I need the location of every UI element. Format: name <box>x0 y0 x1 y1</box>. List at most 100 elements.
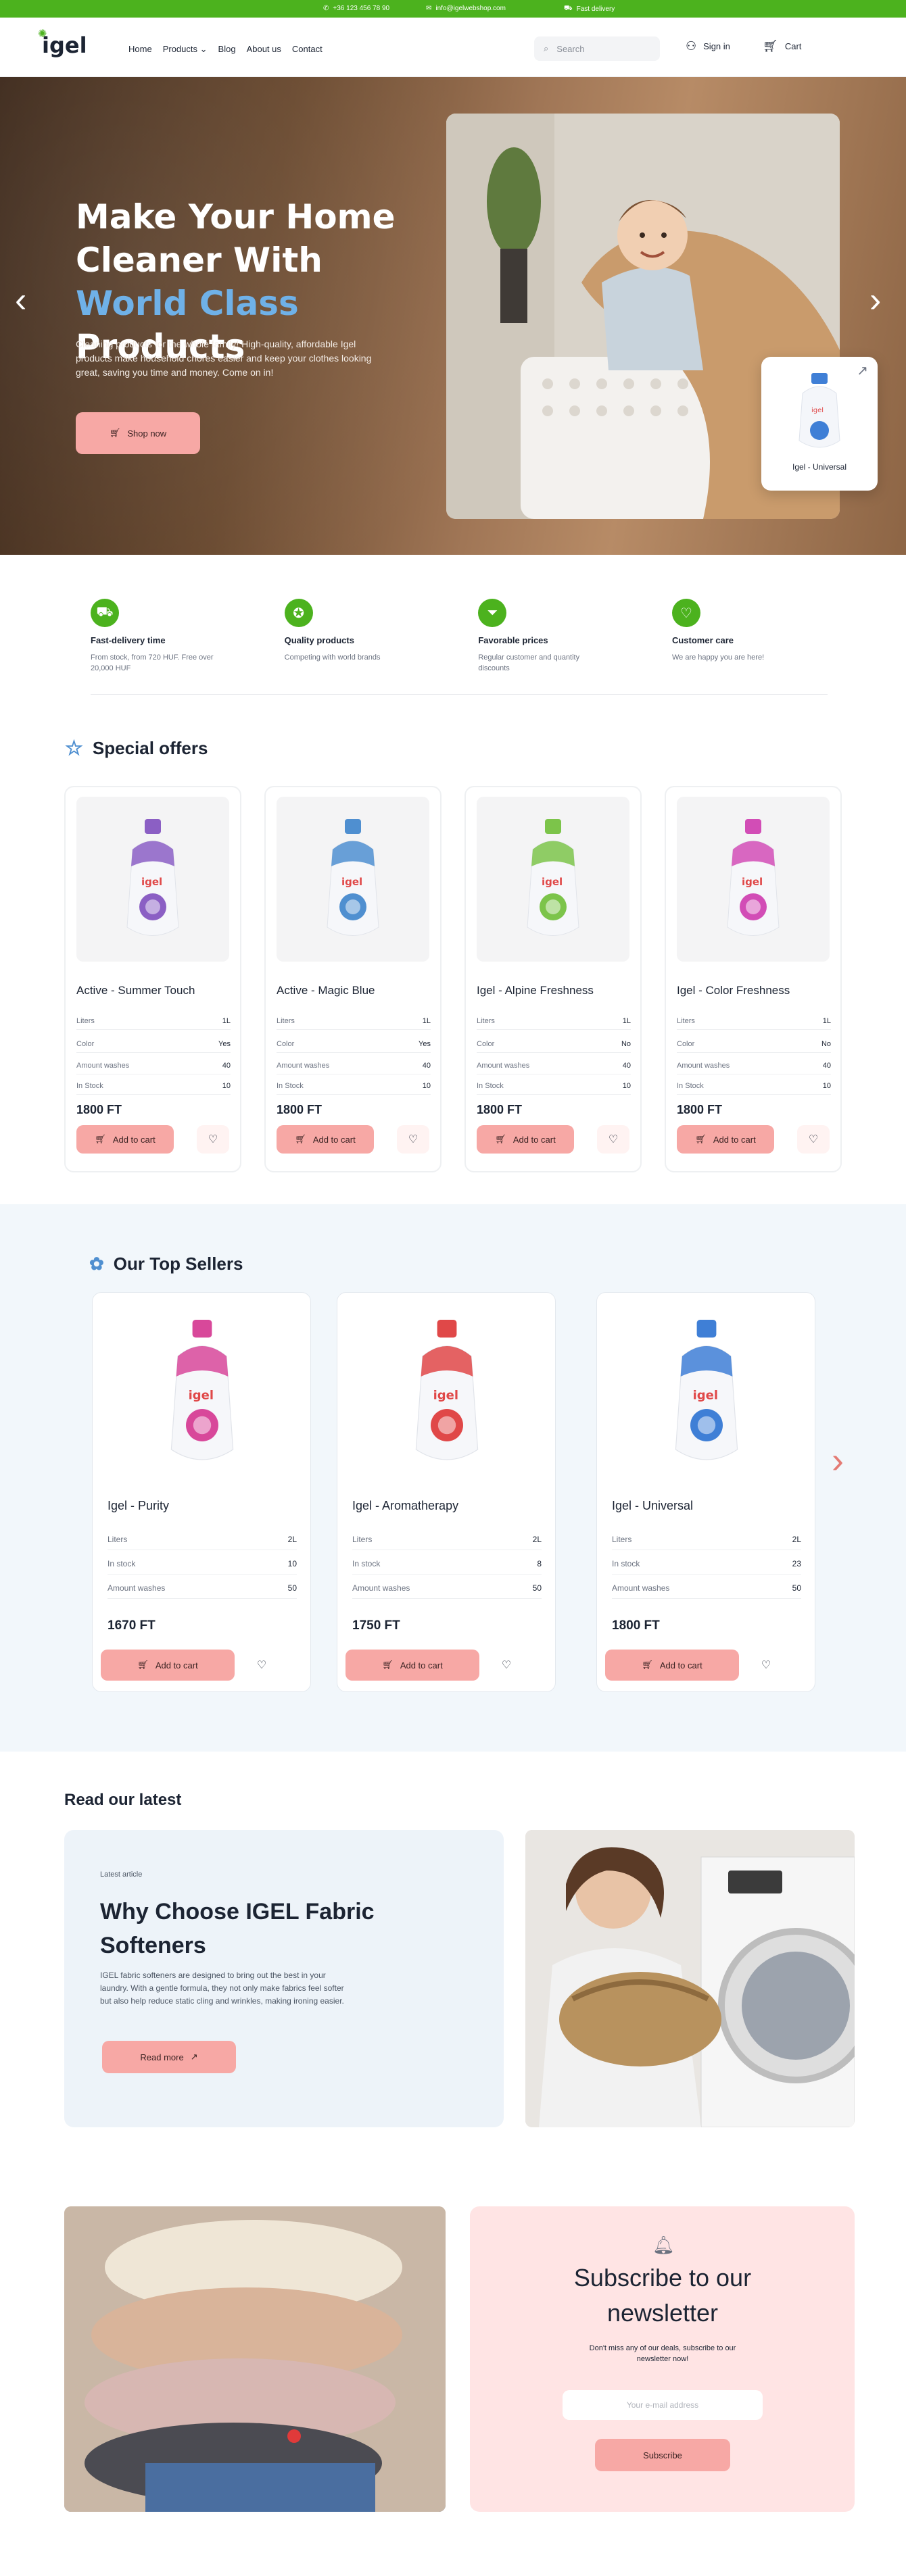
cart-icon: 🛒︎ <box>642 1660 653 1670</box>
spec-value: 10 <box>422 1082 431 1090</box>
product-image[interactable]: igel <box>477 797 629 962</box>
top-seller-card[interactable]: igel Igel - Universal Liters 2L In stock… <box>596 1292 815 1692</box>
nav-about[interactable]: About us <box>247 44 281 55</box>
cart-icon: 🛒︎ <box>109 428 121 438</box>
add-to-cart-button[interactable]: 🛒︎ Add to cart <box>677 1125 774 1154</box>
nav-contact[interactable]: Contact <box>292 44 323 55</box>
wishlist-heart-icon[interactable]: ♡ <box>197 1125 229 1154</box>
search-input[interactable]: ⌕ Search <box>534 36 660 61</box>
product-price: 1670 FT <box>108 1618 156 1633</box>
logo-text: igel <box>42 32 87 58</box>
product-name[interactable]: Igel - Purity <box>108 1499 169 1513</box>
spec-value: 50 <box>532 1583 542 1593</box>
star-icon: ☆ <box>65 737 83 760</box>
cart-icon: 🛒︎ <box>295 1134 306 1144</box>
featured-product-mini-card[interactable]: ↗ igel Igel - Universal <box>761 357 878 491</box>
feature-item: ⏷ Favorable prices Regular customer and … <box>478 599 634 674</box>
top-sellers-next-arrow-icon[interactable]: › <box>832 1439 844 1481</box>
email-contact[interactable]: ✉ info@igelwebshop.com <box>426 5 506 12</box>
spec-label: Liters <box>277 1017 295 1025</box>
top-seller-card[interactable]: igel Igel - Aromatherapy Liters 2L In st… <box>337 1292 556 1692</box>
product-bottle-icon: igel <box>675 1320 738 1460</box>
product-name[interactable]: Igel - Aromatherapy <box>352 1499 458 1513</box>
wishlist-heart-icon[interactable]: ♡ <box>245 1651 278 1679</box>
product-name[interactable]: Active - Magic Blue <box>277 984 375 997</box>
product-image[interactable]: igel <box>106 1306 298 1482</box>
product-card[interactable]: igel Active - Magic Blue Liters 1L Color… <box>264 786 442 1172</box>
add-to-cart-label: Add to cart <box>659 1660 702 1670</box>
hero-prev-arrow-icon[interactable]: ‹ <box>15 280 26 320</box>
cart-icon: 🛒︎ <box>695 1134 707 1144</box>
spec-label: Liters <box>108 1535 128 1544</box>
product-name[interactable]: Active - Summer Touch <box>76 984 195 997</box>
cart-label: Cart <box>784 41 802 51</box>
product-name[interactable]: Igel - Color Freshness <box>677 984 790 997</box>
spec-row: In Stock 10 <box>76 1082 231 1095</box>
arrow-up-right-icon: ↗ <box>857 364 868 378</box>
signin-link[interactable]: ⚇ Sign in <box>686 39 730 53</box>
wishlist-heart-icon[interactable]: ♡ <box>750 1651 782 1679</box>
product-name[interactable]: Igel - Universal <box>612 1499 693 1513</box>
add-to-cart-button[interactable]: 🛒︎ Add to cart <box>605 1650 739 1681</box>
product-card[interactable]: igel Active - Summer Touch Liters 1L Col… <box>64 786 241 1172</box>
top-sellers-title: Our Top Sellers <box>113 1254 243 1274</box>
spec-value: 10 <box>222 1082 231 1090</box>
email-input[interactable]: Your e-mail address <box>563 2390 763 2420</box>
product-card[interactable]: igel Igel - Alpine Freshness Liters 1L C… <box>464 786 642 1172</box>
top-seller-card[interactable]: igel Igel - Purity Liters 2L In stock 10… <box>92 1292 311 1692</box>
phone-contact[interactable]: ✆ +36 123 456 78 90 <box>323 5 389 12</box>
phone-text: +36 123 456 78 90 <box>333 5 390 12</box>
spec-value: No <box>621 1040 631 1048</box>
spec-label: In stock <box>108 1559 136 1568</box>
add-to-cart-button[interactable]: 🛒︎ Add to cart <box>477 1125 574 1154</box>
blog-title[interactable]: Why Choose IGEL Fabric Softeners <box>100 1895 418 1962</box>
spec-value: Yes <box>218 1040 231 1048</box>
wishlist-heart-icon[interactable]: ♡ <box>797 1125 830 1154</box>
add-to-cart-button[interactable]: 🛒︎ Add to cart <box>277 1125 374 1154</box>
spec-label: Liters <box>477 1017 495 1025</box>
product-name[interactable]: Igel - Alpine Freshness <box>477 984 594 997</box>
product-image[interactable]: igel <box>277 797 429 962</box>
wishlist-heart-icon[interactable]: ♡ <box>597 1125 629 1154</box>
shop-now-label: Shop now <box>127 428 167 439</box>
subscribe-button[interactable]: Subscribe <box>595 2439 730 2471</box>
nav-blog[interactable]: Blog <box>218 44 236 55</box>
nav-products[interactable]: Products ⌄ <box>163 44 208 55</box>
spec-label: Amount washes <box>477 1062 530 1070</box>
spec-row: Amount washes 50 <box>108 1583 297 1599</box>
product-image[interactable]: igel <box>351 1306 543 1482</box>
hero-next-arrow-icon[interactable]: › <box>869 280 881 320</box>
shop-now-button[interactable]: 🛒︎ Shop now <box>76 412 200 454</box>
spec-label: In stock <box>352 1559 381 1568</box>
wishlist-heart-icon[interactable]: ♡ <box>490 1651 523 1679</box>
product-image[interactable]: igel <box>677 797 830 962</box>
logo[interactable]: ✺ igel <box>38 27 87 58</box>
product-card[interactable]: igel Igel - Color Freshness Liters 1L Co… <box>665 786 842 1172</box>
product-image[interactable]: igel <box>611 1306 803 1482</box>
read-more-label: Read more <box>140 2052 184 2062</box>
spec-row: Amount washes 50 <box>612 1583 801 1599</box>
svg-text:igel: igel <box>693 1389 718 1403</box>
read-more-button[interactable]: Read more ↗ <box>102 2041 236 2073</box>
cart-link[interactable]: 🛒︎ Cart <box>763 39 801 53</box>
search-icon: ⌕ <box>544 43 549 53</box>
spec-value: 10 <box>622 1082 631 1090</box>
spec-label: Liters <box>76 1017 95 1025</box>
spec-value: 50 <box>287 1583 297 1593</box>
add-to-cart-button[interactable]: 🛒︎ Add to cart <box>76 1125 174 1154</box>
nav-home[interactable]: Home <box>128 44 152 55</box>
product-image[interactable]: igel <box>76 797 229 962</box>
wishlist-heart-icon[interactable]: ♡ <box>397 1125 429 1154</box>
spec-row: Amount washes 50 <box>352 1583 542 1599</box>
product-price: 1800 FT <box>477 1103 523 1116</box>
add-to-cart-button[interactable]: 🛒︎ Add to cart <box>101 1650 235 1681</box>
spec-label: In Stock <box>277 1082 304 1090</box>
spec-row: Color Yes <box>277 1040 431 1053</box>
delivery-text: Fast delivery <box>576 5 615 13</box>
woman-washing-machine-illustration <box>525 1830 855 2127</box>
blog-text: IGEL fabric softeners are designed to br… <box>100 1971 344 2006</box>
add-to-cart-button[interactable]: 🛒︎ Add to cart <box>345 1650 479 1681</box>
spec-value: 2L <box>792 1535 801 1544</box>
spec-row: Color No <box>677 1040 831 1053</box>
feature-text: We are happy you are here! <box>671 653 765 662</box>
